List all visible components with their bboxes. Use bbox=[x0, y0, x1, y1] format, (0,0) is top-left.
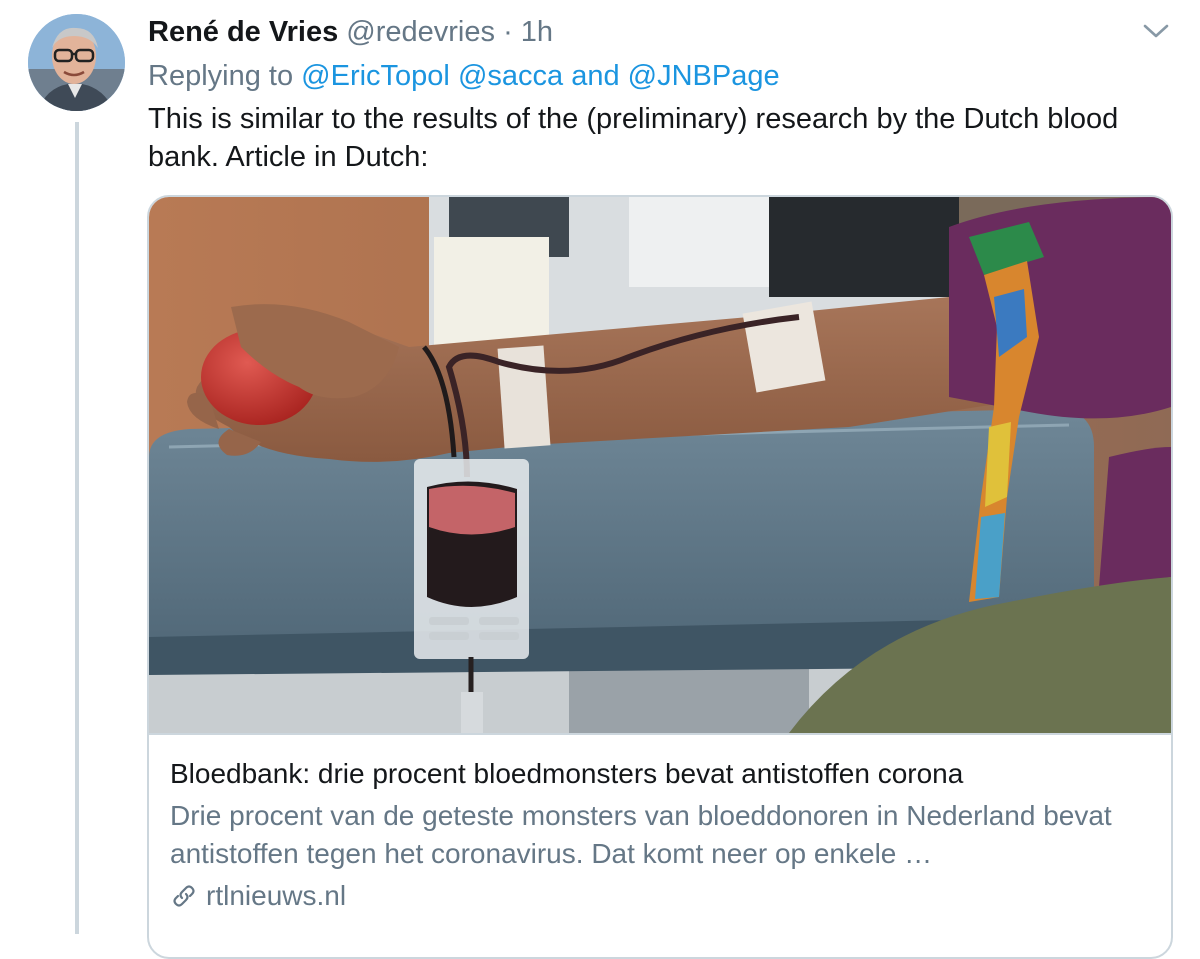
tweet-text: This is similar to the results of the (p… bbox=[148, 103, 1119, 173]
mention-link[interactable]: @JNBPage bbox=[628, 60, 780, 92]
avatar-photo bbox=[28, 14, 125, 111]
card-title[interactable]: Bloedbank: drie procent bloedmonsters be… bbox=[170, 756, 1160, 792]
replying-to-line: Replying to @EricTopol @sacca and @JNBPa… bbox=[148, 58, 780, 94]
card-domain[interactable]: rtlnieuws.nl bbox=[170, 878, 346, 914]
author-handle[interactable]: @redevries bbox=[346, 16, 495, 48]
card-description[interactable]: Drie procent van de geteste monsters van… bbox=[170, 797, 1160, 873]
mention-link[interactable]: @EricTopol bbox=[301, 60, 450, 92]
card-divider bbox=[149, 733, 1171, 735]
timestamp[interactable]: 1h bbox=[521, 16, 553, 48]
avatar[interactable] bbox=[28, 14, 125, 111]
author-name[interactable]: René de Vries bbox=[148, 16, 338, 48]
reply-and[interactable]: and bbox=[571, 60, 619, 92]
card-image[interactable] bbox=[149, 197, 1171, 733]
thread-line bbox=[75, 122, 79, 934]
mention-link[interactable]: @sacca bbox=[458, 60, 563, 92]
link-icon bbox=[173, 885, 195, 907]
reply-prefix: Replying to bbox=[148, 60, 294, 92]
link-card[interactable]: Bloedbank: drie procent bloedmonsters be… bbox=[147, 195, 1173, 959]
card-domain-text: rtlnieuws.nl bbox=[206, 880, 347, 911]
tweet-header: René de Vries @redevries · 1h bbox=[148, 14, 553, 50]
chevron-down-icon[interactable] bbox=[1141, 20, 1171, 42]
separator-dot: · bbox=[503, 16, 513, 48]
